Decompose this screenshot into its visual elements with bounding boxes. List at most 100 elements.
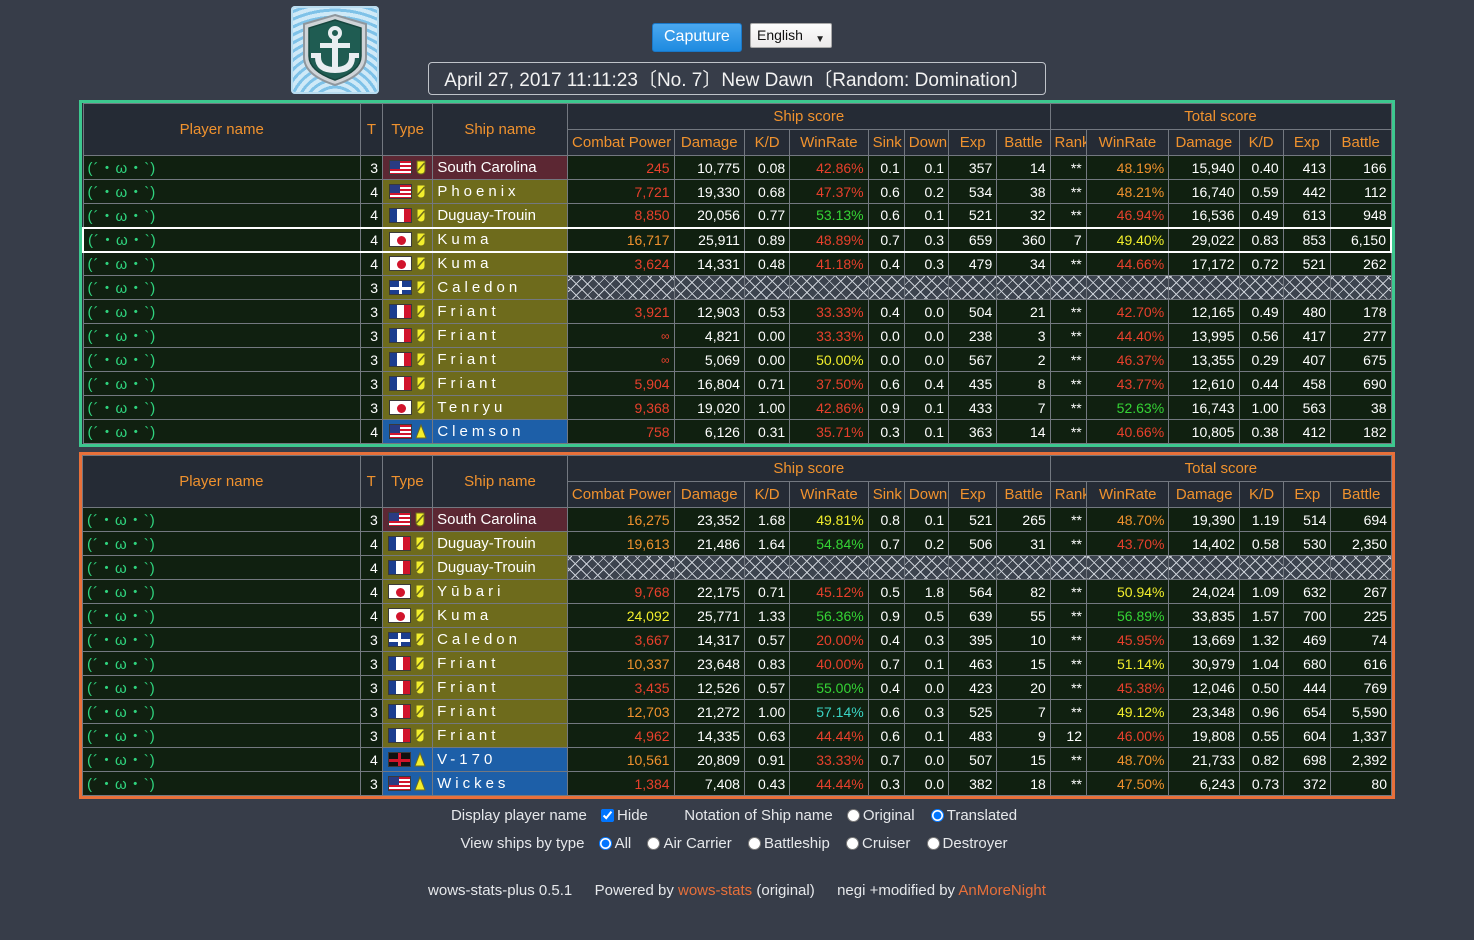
- col-sink[interactable]: Sink: [867, 129, 905, 156]
- col-type[interactable]: Type: [382, 103, 434, 156]
- notation-radio-original[interactable]: [846, 809, 860, 822]
- col-total-winrate[interactable]: WinRate: [1085, 481, 1170, 508]
- table-row[interactable]: (´・ω・`) 4 Phoenix 7,721 19,330 0.68 47.37% 0.6 0…: [82, 179, 1392, 204]
- cell-player-name: (´・ω・`): [82, 651, 361, 676]
- table-row[interactable]: (´・ω・`) 3 Friant 3,435 12,526 0.57 55.00% 0.4 0.…: [82, 675, 1392, 700]
- col-winrate[interactable]: WinRate: [789, 481, 869, 508]
- table-row[interactable]: (´・ω・`) 3 South Carolina 16,275 23,352 1.68 49…: [82, 507, 1392, 532]
- cell-total-winrate: 49.40%: [1085, 226, 1170, 253]
- col-damage[interactable]: Damage: [673, 481, 745, 508]
- table-row[interactable]: (´・ω・`) 3 Caledon: [82, 275, 1392, 300]
- col-tier[interactable]: T: [359, 103, 384, 156]
- table-row[interactable]: (´・ω・`) 4 Kuma 24,092 25,771 1.33 56.36% 0.9 0.5…: [82, 603, 1392, 628]
- col-total-winrate[interactable]: WinRate: [1085, 129, 1170, 156]
- col-sink[interactable]: Sink: [867, 481, 905, 508]
- col-total-damage[interactable]: Damage: [1168, 129, 1240, 156]
- table-row[interactable]: (´・ω・`) 4 Kuma 16,717 25,911 0.89 48.89% 0.7 0.3…: [81, 226, 1392, 253]
- type-option-air-carrier[interactable]: Air Carrier: [641, 835, 732, 852]
- author-link[interactable]: AnMoreNight: [958, 882, 1046, 899]
- cell-damage: 21,486: [673, 531, 745, 556]
- table-row[interactable]: (´・ω・`) 4 V-170 10,561 20,809 0.91 33.33% 0.7 0.…: [82, 747, 1392, 772]
- col-down[interactable]: Down: [903, 481, 950, 508]
- col-exp[interactable]: Exp: [948, 481, 998, 508]
- table-row[interactable]: (´・ω・`) 3 Friant 4,962 14,335 0.63 44.44% 0.6 0.…: [82, 723, 1392, 748]
- col-total-exp[interactable]: Exp: [1282, 129, 1331, 156]
- col-type[interactable]: Type: [381, 455, 434, 508]
- table-row[interactable]: (´・ω・`) 3 Friant 12,703 21,272 1.00 57.14% 0.6 0…: [82, 699, 1392, 724]
- col-battle[interactable]: Battle: [996, 481, 1051, 508]
- col-kd[interactable]: K/D: [743, 129, 791, 156]
- table-row[interactable]: (´・ω・`) 4 Clemson 758 6,126 0.31 35.71% 0.3 0.1 3…: [82, 419, 1392, 444]
- col-total-kd[interactable]: K/D: [1238, 129, 1284, 156]
- cell-total-kd: 0.49: [1238, 299, 1284, 324]
- type-radio-cruiser[interactable]: [846, 837, 859, 850]
- hide-player-name-option[interactable]: Hide: [595, 807, 648, 824]
- table-row[interactable]: (´・ω・`) 4 Duguay-Trouin 19,613 21,486 1.64 54.…: [82, 531, 1392, 556]
- notation-radio-translated[interactable]: [930, 809, 944, 822]
- table-row[interactable]: (´・ω・`) 3 Wickes 1,384 7,408 0.43 44.44% 0.3 0.0…: [82, 771, 1392, 796]
- flag-france-icon: [388, 704, 412, 719]
- col-ship-name[interactable]: Ship name: [432, 103, 569, 156]
- col-player-name[interactable]: Player name: [82, 455, 361, 508]
- type-radio-air-carrier[interactable]: [647, 837, 661, 850]
- display-player-name-label: Display player name: [450, 807, 587, 824]
- type-radio-battleship[interactable]: [747, 837, 761, 850]
- col-exp[interactable]: Exp: [947, 129, 998, 156]
- language-select[interactable]: English ▼: [750, 23, 832, 48]
- cell-battle: 34: [996, 251, 1051, 276]
- table-row[interactable]: (´・ω・`) 3 Friant ∞ 4,821 0.00 33.33% 0.0 0.0 238 3…: [82, 323, 1392, 348]
- col-damage[interactable]: Damage: [673, 129, 745, 156]
- type-radio-destroyer[interactable]: [926, 837, 940, 850]
- col-combat-power[interactable]: Combat Power: [567, 129, 675, 156]
- col-player-name[interactable]: Player name: [82, 103, 361, 156]
- col-rank[interactable]: Rank: [1049, 481, 1088, 508]
- type-radio-all[interactable]: [598, 837, 612, 850]
- col-kd[interactable]: K/D: [743, 481, 791, 508]
- cell-rank: **: [1049, 347, 1087, 372]
- cell-ship-name: Friant: [432, 723, 568, 748]
- col-total-exp[interactable]: Exp: [1283, 481, 1332, 508]
- flag-france-icon: [388, 376, 412, 391]
- notation-option-translated[interactable]: Translated: [925, 807, 1017, 824]
- table-row[interactable]: (´・ω・`) 4 Duguay-Trouin: [82, 555, 1392, 580]
- cell-ship-name: Friant: [432, 323, 569, 348]
- cell-down: 0.1: [903, 651, 950, 676]
- type-option-cruiser[interactable]: Cruiser: [840, 835, 910, 852]
- table-row[interactable]: (´・ω・`) 3 Friant 10,337 23,648 0.83 40.00% 0.7 0…: [82, 651, 1392, 676]
- col-total-battle[interactable]: Battle: [1330, 481, 1392, 508]
- col-total-kd[interactable]: K/D: [1238, 481, 1285, 508]
- table-row[interactable]: (´・ω・`) 3 Friant ∞ 5,069 0.00 50.00% 0.0 0.0 567 2…: [82, 347, 1392, 372]
- type-option-all[interactable]: All: [593, 835, 632, 852]
- table-row[interactable]: (´・ω・`) 4 Yūbari 9,768 22,175 0.71 45.12% 0.5 1.…: [82, 579, 1392, 604]
- col-total-damage[interactable]: Damage: [1168, 481, 1240, 508]
- cell-kd: 0.77: [743, 203, 791, 228]
- col-winrate[interactable]: WinRate: [789, 129, 869, 156]
- col-total-battle[interactable]: Battle: [1329, 129, 1392, 156]
- col-ship-name[interactable]: Ship name: [432, 455, 568, 508]
- col-down[interactable]: Down: [903, 129, 950, 156]
- cell-total-kd: 0.56: [1238, 323, 1284, 348]
- table-row[interactable]: (´・ω・`) 4 Duguay-Trouin 8,850 20,056 0.77 53.1…: [82, 203, 1392, 228]
- cell-ship-name: Yūbari: [432, 579, 568, 604]
- col-tier[interactable]: T: [359, 455, 383, 508]
- col-battle[interactable]: Battle: [996, 129, 1051, 156]
- capture-button[interactable]: Caputure: [652, 23, 742, 53]
- col-combat-power[interactable]: Combat Power: [566, 481, 675, 508]
- type-all-label: All: [614, 835, 632, 852]
- notation-option-original[interactable]: Original: [841, 807, 915, 824]
- cell-total-kd-nodata: [1238, 275, 1284, 300]
- hide-label: Hide: [617, 807, 648, 824]
- cell-exp: 521: [947, 203, 998, 228]
- table-row[interactable]: (´・ω・`) 3 Tenryu 9,368 19,020 1.00 42.86% 0.9 0.…: [82, 395, 1392, 420]
- table-row[interactable]: (´・ω・`) 4 Kuma 3,624 14,331 0.48 41.18% 0.4 0.3 4…: [82, 251, 1392, 276]
- table-row[interactable]: (´・ω・`) 3 South Carolina 245 10,775 0.08 42.86…: [82, 155, 1392, 180]
- col-rank[interactable]: Rank: [1049, 129, 1087, 156]
- type-option-battleship[interactable]: Battleship: [742, 835, 830, 852]
- wows-stats-link[interactable]: wows-stats: [678, 882, 752, 899]
- table-row[interactable]: (´・ω・`) 3 Caledon 3,667 14,317 0.57 20.00% 0.4 0…: [82, 627, 1392, 652]
- cell-exp: 382: [948, 771, 998, 796]
- table-row[interactable]: (´・ω・`) 3 Friant 5,904 16,804 0.71 37.50% 0.6 0.…: [82, 371, 1392, 396]
- table-row[interactable]: (´・ω・`) 3 Friant 3,921 12,903 0.53 33.33% 0.4 0.…: [82, 299, 1392, 324]
- type-option-destroyer[interactable]: Destroyer: [921, 835, 1008, 852]
- hide-player-name-checkbox[interactable]: [601, 809, 615, 822]
